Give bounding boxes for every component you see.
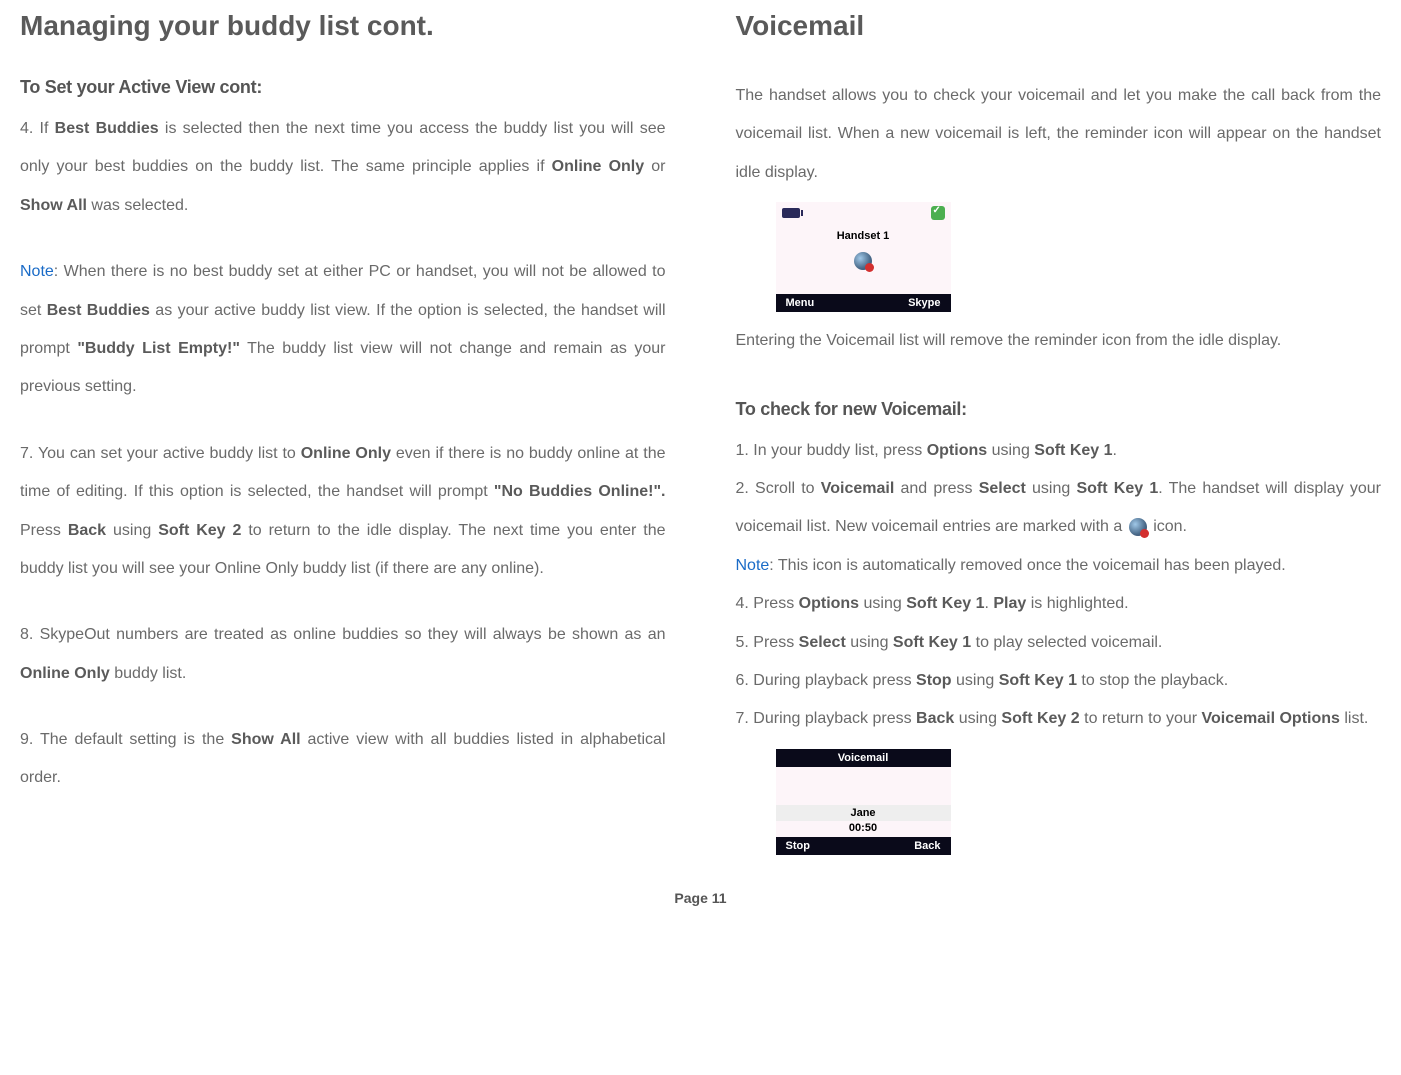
status-check-icon	[931, 206, 945, 220]
bold: Soft Key 2	[158, 522, 241, 539]
battery-icon	[782, 208, 800, 218]
text: or	[644, 158, 665, 175]
note-label: Note	[736, 557, 770, 574]
step-4: 4. Press Options using Soft Key 1. Play …	[736, 585, 1382, 623]
text: 4. If	[20, 120, 55, 137]
text: using	[859, 595, 906, 612]
step-7: 7. During playback press Back using Soft…	[736, 700, 1382, 738]
bold: Online Only	[20, 665, 110, 682]
text: 8. SkypeOut numbers are treated as onlin…	[20, 626, 666, 643]
voicemail-entry-name: Jane	[776, 805, 951, 821]
screen-softkeys: Stop Back	[776, 837, 951, 855]
step-2: 2. Scroll to Voicemail and press Select …	[736, 470, 1382, 547]
voicemail-new-icon	[1129, 518, 1147, 536]
text: list.	[1340, 710, 1368, 727]
bold: Soft Key 1	[1034, 442, 1112, 459]
left-note: Note: When there is no best buddy set at…	[20, 253, 666, 407]
voicemail-entry-time: 00:50	[776, 821, 951, 837]
left-column: Managing your buddy list cont. To Set yo…	[20, 10, 666, 865]
bold: Options	[799, 595, 859, 612]
left-para-8: 8. SkypeOut numbers are treated as onlin…	[20, 616, 666, 693]
softkey-menu: Menu	[786, 297, 815, 309]
left-para-9: 9. The default setting is the Show All a…	[20, 721, 666, 798]
text: is highlighted.	[1026, 595, 1128, 612]
text: using	[1026, 480, 1077, 497]
text: using	[952, 672, 999, 689]
bold: Soft Key 2	[1001, 710, 1079, 727]
screen-title: Voicemail	[776, 749, 951, 767]
text: using	[106, 522, 158, 539]
bold: Soft Key 1	[999, 672, 1077, 689]
bold: Soft Key 1	[1076, 480, 1158, 497]
text: 5. Press	[736, 634, 799, 651]
text: and press	[894, 480, 978, 497]
screen-statusbar	[776, 202, 951, 224]
text: 7. You can set your active buddy list to	[20, 445, 301, 462]
softkey-back: Back	[914, 840, 940, 852]
right-intro: The handset allows you to check your voi…	[736, 77, 1382, 192]
bold: Options	[927, 442, 987, 459]
bold: Show All	[20, 197, 87, 214]
right-title: Voicemail	[736, 10, 1382, 42]
text: 6. During playback press	[736, 672, 917, 689]
bold: Select	[979, 480, 1026, 497]
voicemail-playback-screen: Voicemail Jane 00:50 Stop Back	[776, 749, 951, 855]
bold: Best Buddies	[55, 120, 159, 137]
screen-body: Handset 1	[776, 224, 951, 294]
text: using	[987, 442, 1034, 459]
handset-label: Handset 1	[837, 230, 890, 242]
left-subheading: To Set your Active View cont:	[20, 77, 666, 98]
text: was selected.	[87, 197, 188, 214]
text: 1. In your buddy list, press	[736, 442, 927, 459]
bold: Play	[993, 595, 1026, 612]
bold: Online Only	[301, 445, 391, 462]
bold: Voicemail Options	[1202, 710, 1340, 727]
voicemail-reminder-icon	[854, 252, 872, 270]
text: using	[846, 634, 893, 651]
step-5: 5. Press Select using Soft Key 1 to play…	[736, 624, 1382, 662]
text: 4. Press	[736, 595, 799, 612]
text: Press	[20, 522, 68, 539]
text: .	[1113, 442, 1117, 459]
text: to stop the playback.	[1077, 672, 1228, 689]
screen-softkeys: Menu Skype	[776, 294, 951, 312]
bold: Online Only	[552, 158, 644, 175]
bold: Stop	[916, 672, 952, 689]
right-column: Voicemail The handset allows you to chec…	[736, 10, 1382, 865]
bold: Select	[799, 634, 846, 651]
softkey-stop: Stop	[786, 840, 810, 852]
bold: "Buddy List Empty!"	[77, 340, 240, 357]
bold: Voicemail	[821, 480, 895, 497]
text: buddy list.	[110, 665, 186, 682]
bold: Soft Key 1	[893, 634, 971, 651]
text: to return to your	[1080, 710, 1202, 727]
text: using	[954, 710, 1001, 727]
bold: Best Buddies	[47, 302, 150, 319]
step-note: Note: This icon is automatically removed…	[736, 547, 1382, 585]
bold: Soft Key 1	[906, 595, 984, 612]
text: icon.	[1149, 518, 1187, 535]
text: to play selected voicemail.	[971, 634, 1162, 651]
right-p2: Entering the Voicemail list will remove …	[736, 322, 1382, 360]
text: 7. During playback press	[736, 710, 917, 727]
text: 2. Scroll to	[736, 480, 821, 497]
screen-body-blank	[776, 767, 951, 805]
right-subheading: To check for new Voicemail:	[736, 399, 1382, 420]
handset-idle-screen: Handset 1 Menu Skype	[776, 202, 951, 312]
bold: Show All	[231, 731, 300, 748]
step-6: 6. During playback press Stop using Soft…	[736, 662, 1382, 700]
left-para-4: 4. If Best Buddies is selected then the …	[20, 110, 666, 225]
note-label: Note	[20, 263, 54, 280]
text: 9. The default setting is the	[20, 731, 231, 748]
page-number: Page 11	[20, 890, 1381, 906]
text: : This icon is automatically removed onc…	[769, 557, 1285, 574]
bold: Back	[916, 710, 954, 727]
bold: Back	[68, 522, 106, 539]
softkey-skype: Skype	[908, 297, 940, 309]
bold: "No Buddies Online!".	[494, 483, 666, 500]
step-1: 1. In your buddy list, press Options usi…	[736, 432, 1382, 470]
left-para-7: 7. You can set your active buddy list to…	[20, 435, 666, 589]
left-title: Managing your buddy list cont.	[20, 10, 666, 42]
